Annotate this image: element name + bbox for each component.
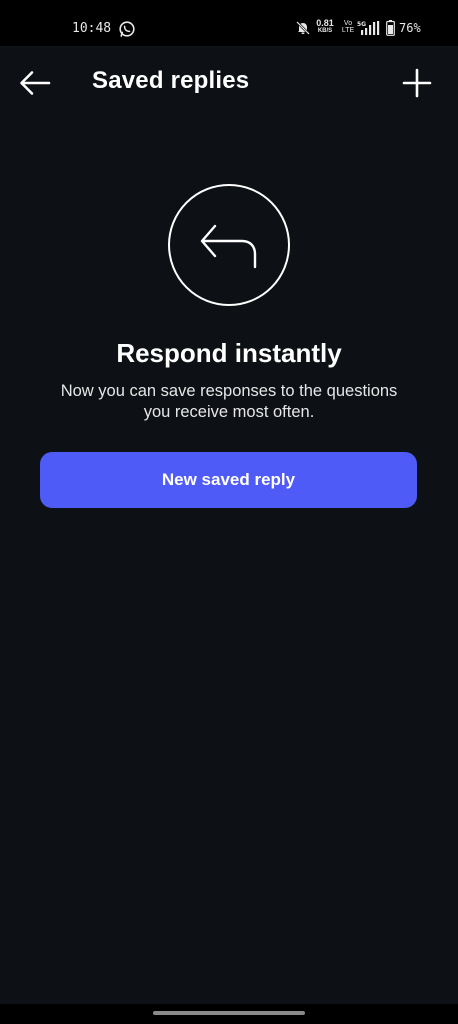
whatsapp-icon bbox=[119, 21, 135, 37]
mute-icon bbox=[296, 21, 310, 35]
network-speed-value: 0.81 bbox=[316, 18, 334, 28]
signal-5g-icon: 5G bbox=[357, 21, 380, 35]
reply-icon-circle bbox=[168, 184, 290, 306]
empty-state-title: Respond instantly bbox=[116, 338, 342, 368]
plus-icon bbox=[402, 68, 432, 98]
volte-label: Vo LTE bbox=[341, 20, 355, 34]
battery-percent: 76% bbox=[399, 21, 421, 35]
new-saved-reply-button[interactable]: New saved reply bbox=[40, 452, 417, 508]
back-button[interactable] bbox=[14, 66, 56, 100]
app-header: Saved replies bbox=[0, 46, 458, 120]
network-speed-unit: KB/S bbox=[317, 28, 333, 34]
battery-icon bbox=[386, 20, 395, 36]
saved-replies-screen: 10:48 0.81 KB/S Vo LTE 5G 76% Saved repl… bbox=[0, 0, 458, 1024]
network-speed: 0.81 KB/S bbox=[314, 19, 336, 35]
page-title: Saved replies bbox=[92, 67, 250, 94]
svg-text:5G: 5G bbox=[357, 21, 366, 28]
add-reply-button[interactable] bbox=[396, 66, 438, 100]
arrow-left-icon bbox=[20, 71, 51, 95]
empty-state-description: Now you can save responses to the questi… bbox=[60, 382, 398, 421]
status-bar: 10:48 0.81 KB/S Vo LTE 5G 76% bbox=[0, 0, 458, 46]
system-nav-bar bbox=[0, 1004, 458, 1024]
status-time: 10:48 bbox=[72, 21, 112, 36]
reply-arrow-icon bbox=[200, 224, 257, 269]
home-indicator[interactable] bbox=[153, 1011, 305, 1015]
